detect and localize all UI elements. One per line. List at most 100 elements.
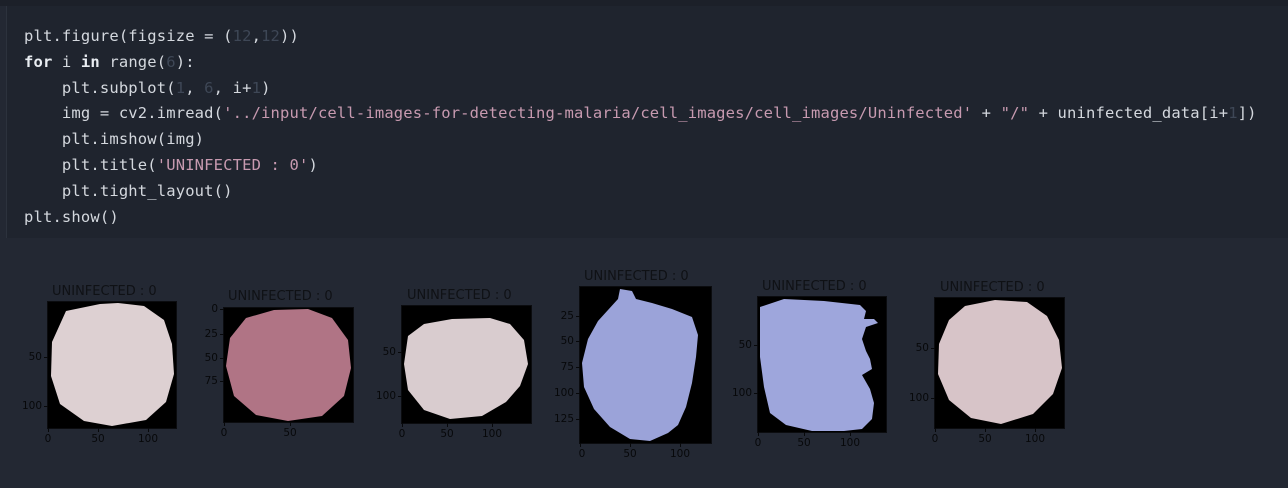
code-line: plt.imshow(img) (24, 127, 1257, 153)
code-line: for i in range(6): (24, 50, 1257, 76)
y-tick-label: 25 (560, 310, 574, 322)
code-token: plt.tight_layout() (24, 181, 233, 200)
x-tick-label: 0 (931, 433, 939, 445)
cell-shape (404, 318, 528, 419)
y-tick-label: 75 (204, 375, 218, 387)
code-token: ) (261, 78, 271, 97)
code-token: ]) (1237, 104, 1257, 123)
x-tick-label: 0 (754, 437, 762, 449)
cell-image-axes (402, 306, 531, 423)
x-tick-label: 0 (44, 433, 52, 445)
cell-image (51, 303, 174, 426)
y-tick-label: 100 (731, 387, 752, 399)
code-number: 6 (204, 78, 214, 97)
y-tick-label: 50 (738, 339, 752, 351)
cell-shape (226, 309, 351, 421)
cell-image (938, 300, 1062, 424)
x-tick-label: 100 (839, 437, 861, 449)
code-line: plt.tight_layout() (24, 179, 1257, 205)
cell-shape (51, 303, 174, 426)
x-tick-label: 0 (220, 427, 228, 439)
x-tick-label: 0 (398, 428, 406, 440)
subplot-title: UNINFECTED : 0 (940, 280, 1045, 295)
code-line: plt.subplot(1, 6, i+1) (24, 76, 1257, 102)
code-line: plt.figure(figsize = (12,12)) (24, 24, 1257, 50)
y-tick-label: 50 (915, 342, 929, 354)
cell-image (582, 289, 698, 441)
y-tick-label: 100 (375, 390, 396, 402)
code-line: img = cv2.imread('../input/cell-images-f… (24, 101, 1257, 127)
cell-image-axes (935, 298, 1064, 428)
cell-image (404, 318, 528, 419)
subplot-title: UNINFECTED : 0 (228, 289, 333, 304)
subplot-title: UNINFECTED : 0 (584, 269, 689, 284)
x-tick-label: 50 (797, 437, 811, 449)
y-tick-label: 50 (28, 351, 42, 363)
x-tick-label: 50 (978, 433, 992, 445)
code-number: 1 (175, 78, 186, 97)
code-token: plt.figure(figsize = ( (24, 27, 233, 45)
code-token: plt.subplot( (24, 78, 176, 97)
cell-image-axes (580, 287, 711, 443)
y-tick-label: 0 (211, 303, 218, 315)
x-tick-label: 50 (91, 433, 105, 445)
x-tick-label: 50 (623, 448, 637, 460)
code-token: range( (99, 52, 167, 71)
code-token: plt.imshow(img) (24, 130, 205, 149)
x-tick-label: 100 (481, 428, 503, 440)
y-tick-label: 100 (908, 392, 929, 404)
code-token: img = cv2.imread( (24, 104, 224, 123)
code-line: plt.show() (24, 205, 1257, 231)
y-tick-label: 125 (553, 413, 574, 425)
cell-image-axes (48, 302, 176, 428)
code-string: '../input/cell-images-for-detecting-mala… (223, 104, 973, 123)
code-keyword: for (24, 52, 53, 71)
x-tick-label: 50 (440, 428, 454, 440)
code-string: "/" (1000, 104, 1030, 123)
code-token: i (52, 52, 81, 71)
code-cell[interactable]: plt.figure(figsize = (12,12)) for i in ra… (6, 6, 1288, 238)
code-token: plt.show() (24, 207, 119, 226)
x-tick-label: 50 (283, 427, 297, 439)
code-token: + (972, 104, 1001, 123)
y-tick-label: 75 (560, 361, 574, 373)
subplot-title: UNINFECTED : 0 (52, 284, 157, 299)
y-tick-label: 50 (204, 352, 218, 364)
cell-image-axes (224, 308, 353, 422)
x-tick-label: 100 (1024, 433, 1046, 445)
code-number: 1 (1228, 104, 1238, 123)
x-tick-label: 100 (669, 448, 691, 460)
output-area: UNINFECTED : 0 0 50 100 50 100 UNINFECTE… (0, 238, 1288, 488)
y-tick-label: 100 (21, 400, 42, 412)
code-token: , (185, 78, 205, 97)
subplot-title: UNINFECTED : 0 (762, 279, 867, 294)
code-token: , (251, 27, 262, 45)
code-token: )) (280, 27, 299, 45)
cell-shape (582, 289, 698, 441)
code-number: 6 (166, 52, 176, 71)
x-tick-label: 100 (137, 433, 159, 445)
x-tick-label: 0 (578, 448, 586, 460)
code-token: + uninfected_data[i+ (1029, 104, 1229, 123)
y-tick-label: 25 (204, 328, 218, 340)
cell-shape (760, 299, 878, 431)
code-number: 1 (251, 78, 262, 97)
cell-image-axes (758, 297, 886, 432)
code-token: ): (175, 52, 195, 71)
code-editor[interactable]: plt.figure(figsize = (12,12)) for i in ra… (24, 24, 1257, 230)
code-keyword: in (80, 52, 100, 71)
code-token: , i+ (213, 78, 252, 97)
code-string: 'UNINFECTED : 0' (156, 155, 309, 174)
y-tick-label: 100 (553, 387, 574, 399)
cell-image (226, 309, 351, 421)
y-tick-label: 50 (560, 335, 574, 347)
code-number: 12 (232, 27, 252, 45)
cell-image (760, 299, 878, 431)
code-line: plt.title('UNINFECTED : 0') (24, 153, 1257, 179)
subplot-title: UNINFECTED : 0 (407, 288, 512, 303)
code-number: 12 (261, 27, 281, 45)
code-token: plt.title( (24, 155, 157, 174)
code-token: ) (308, 155, 318, 174)
y-tick-label: 50 (382, 346, 396, 358)
cell-shape (938, 300, 1062, 424)
